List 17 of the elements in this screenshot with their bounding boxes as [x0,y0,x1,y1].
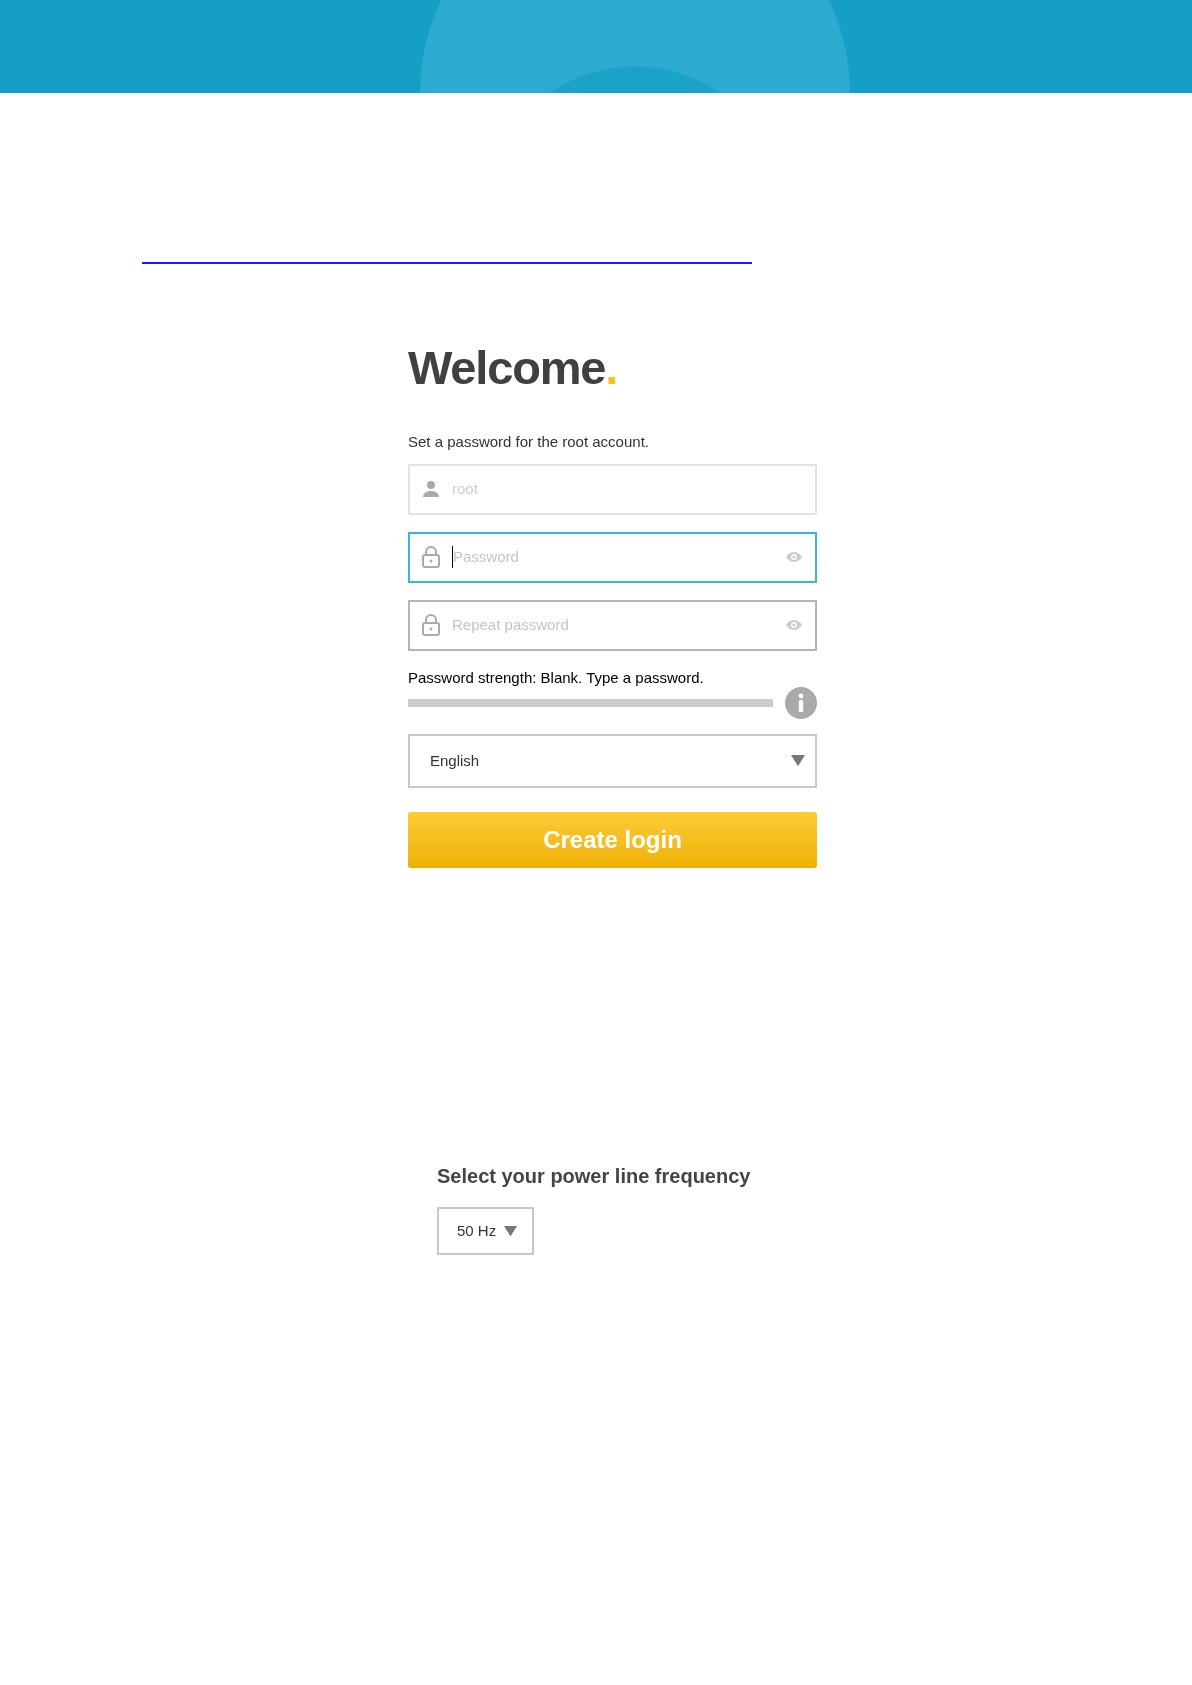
caret-icon [791,755,805,767]
input-field[interactable]: Repeat password [408,599,817,651]
info-icon[interactable] [785,687,817,719]
eye-icon[interactable] [785,551,803,563]
power-line-heading: Select your power line frequency [437,1164,752,1189]
user-icon [422,480,440,498]
language-select[interactable]: English [408,734,817,788]
instruction-text: Set a password for the root account. [408,432,650,452]
strength-text: Password strength: Blank. Type a password. [408,667,705,688]
lock-icon [422,546,440,568]
input-field[interactable]: Password [408,531,817,583]
welcome-title: Welcome. [408,344,619,391]
eye-icon[interactable] [785,619,803,631]
caret-icon [504,1225,518,1237]
lock-icon [422,614,440,636]
frequency-select[interactable]: 50 Hz [437,1207,534,1255]
create-login-button[interactable]: Create login [408,812,817,868]
